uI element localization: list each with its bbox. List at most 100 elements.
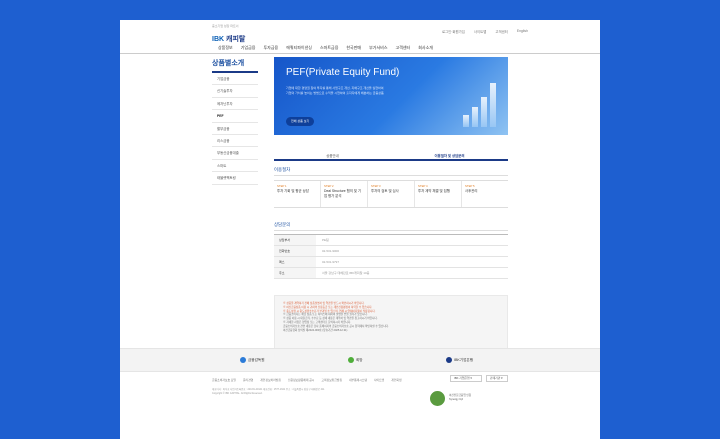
partner-hope[interactable]: 희망 <box>348 357 363 363</box>
process-step: STEP 3 투자의 검토 및 심사 <box>368 181 415 207</box>
footer-link[interactable]: 개인회생 <box>391 378 401 382</box>
table-row: 팩스 02-531-9797 <box>274 256 508 268</box>
hero-banner: PEF(Private Equity Fund) 기업에 대한 경영권 참여 투… <box>274 57 508 135</box>
contact-value: PE팀 <box>316 234 508 246</box>
side-nav-item[interactable]: 태블렛팩토링 <box>212 172 258 185</box>
gnb-item-3[interactable]: 투자금융 <box>263 45 278 51</box>
illustration-bar <box>463 115 469 127</box>
contact-title: 상담문의 <box>274 222 508 231</box>
related-site-select[interactable]: 관계기관 ▾ <box>486 375 508 382</box>
util-link-customer-center[interactable]: 고객센터 <box>495 29 507 34</box>
logo-subtitle: 중소기업 성장 파트너 <box>212 24 239 28</box>
process-title: 이용절차 <box>274 167 508 176</box>
step-number: STEP 1 <box>277 184 287 188</box>
partner-ibk-bank[interactable]: IBK기업은행 <box>446 357 473 363</box>
gnb-item-7[interactable]: 부가서비스 <box>369 45 387 51</box>
side-nav-item[interactable]: 리스금융 <box>212 135 258 148</box>
certification-seal-icon <box>430 391 445 406</box>
family-site-select[interactable]: IBK 기업은행 ▾ <box>450 375 482 382</box>
table-row: 상담부서 PE팀 <box>274 234 508 246</box>
fss-logo-icon <box>240 357 246 363</box>
step-text: 투자의 검토 및 심사 <box>371 189 399 193</box>
gnb-item-2[interactable]: 기업금융 <box>241 45 256 51</box>
table-row: 전화번호 02-531-9000 <box>274 245 508 257</box>
side-nav-title: 상품별소개 <box>212 58 258 73</box>
synergy-line-2: Synergy Up! <box>449 398 464 401</box>
step-number: STEP 5 <box>465 184 475 188</box>
table-row: 주소 서울 강남구 테헤란로 IBK캐피탈 10층 <box>274 267 508 279</box>
hero-description-line-1: 기업에 대한 경영권 참여 투자를 통해 사업구조 개선, 지배구조 개선을 실… <box>286 86 384 90</box>
contact-value: 02-531-9000 <box>316 245 508 257</box>
partner-fss[interactable]: 금융감독원 <box>240 357 265 363</box>
gnb-item-4[interactable]: 에쿼티파이낸싱 <box>286 45 312 51</box>
related-site-value: 관계기관 <box>490 376 501 380</box>
partner-label: 희망 <box>356 357 363 362</box>
contact-value: 서울 강남구 테헤란로 IBK캐피탈 10층 <box>316 267 508 279</box>
side-nav-item[interactable]: 신기술투자 <box>212 85 258 98</box>
gnb-item-1[interactable]: 상품정보 <box>218 45 233 51</box>
side-nav-item[interactable]: 할부금융 <box>212 123 258 135</box>
contact-key: 전화번호 <box>274 245 316 257</box>
growth-chart-illustration <box>463 83 496 127</box>
page-container: 중소기업 성장 파트너 IBK 캐피탈 로그인·회원가입 사이트맵 고객센터 E… <box>120 20 600 439</box>
side-nav-item[interactable]: 메자닌투자 <box>212 98 258 111</box>
side-nav-item[interactable]: 부동산금융대출 <box>212 147 258 160</box>
util-link-sitemap[interactable]: 사이트맵 <box>474 29 486 34</box>
hope-logo-icon <box>348 357 354 363</box>
side-nav-item[interactable]: 기업금융 <box>212 73 258 86</box>
step-text: 투자 계약 체결 및 집행 <box>418 189 450 193</box>
illustration-bar <box>472 107 478 127</box>
util-link-login[interactable]: 로그인·회원가입 <box>442 29 465 34</box>
process-step: STEP 5 사후관리 <box>462 181 508 207</box>
footer-link[interactable]: 금융소비자보호 포털 <box>212 378 236 382</box>
footer-link[interactable]: 사이트맵 <box>374 378 384 382</box>
top-bar: 중소기업 성장 파트너 IBK 캐피탈 로그인·회원가입 사이트맵 고객센터 E… <box>120 20 600 43</box>
partner-label: 금융감독원 <box>248 357 265 362</box>
gnb-item-5[interactable]: 스마트금융 <box>320 45 338 51</box>
footer-links: 금융소비자보호 포털 윤리경영 개인정보처리방침 신용정보활용체제 공시 고객정… <box>212 378 402 382</box>
contact-key: 주소 <box>274 267 316 279</box>
tab-process-contact[interactable]: 이용절차 및 상담문의 <box>391 152 508 159</box>
main-content: PEF(Private Equity Fund) 기업에 대한 경영권 참여 투… <box>274 57 508 349</box>
step-number: STEP 3 <box>371 184 381 188</box>
gnb-item-6[interactable]: 한국판매 <box>346 45 361 51</box>
side-nav-item[interactable]: 스마트 <box>212 160 258 173</box>
util-link-english[interactable]: English <box>517 29 528 34</box>
illustration-bar <box>490 83 496 127</box>
global-navigation: 상품정보 기업금융 투자금융 에쿼티파이낸싱 스마트금융 한국판매 부가서비스 … <box>120 42 600 54</box>
gnb-item-8[interactable]: 고객센터 <box>396 45 411 51</box>
step-number: STEP 4 <box>418 184 428 188</box>
utility-links: 로그인·회원가입 사이트맵 고객센터 English <box>442 29 528 34</box>
synergy-badge: 여신전문금융업 인증 Synergy Up! <box>449 394 471 402</box>
partner-label: IBK기업은행 <box>454 357 474 362</box>
contact-key: 팩스 <box>274 256 316 268</box>
step-text: Deal Structure 협의 및 기업 평가 분석 <box>324 189 361 198</box>
notice-line: 여신금융협회 심의필 제2024-000호 (유효기간 2025.12.31) <box>283 328 348 332</box>
step-text: 투자 기회 및 평균 상담 <box>277 189 309 193</box>
process-step: STEP 2 Deal Structure 협의 및 기업 평가 분석 <box>321 181 368 207</box>
footer-info: 대표이사 : 최석호 사업자등록번호 : 220-81-40141 대표전화 :… <box>212 388 442 396</box>
process-steps: STEP 1 투자 기회 및 평균 상담 STEP 2 Deal Structu… <box>274 180 508 208</box>
footer-link[interactable]: 윤리경영 <box>243 378 253 382</box>
contact-value: 02-531-9797 <box>316 256 508 268</box>
content-tabs: 상품안내 이용절차 및 상담문의 <box>274 152 508 161</box>
hero-title: PEF(Private Equity Fund) <box>286 67 400 78</box>
notice-box: ※ 상품을 계약하기 전에 상품설명서 및 약관을 반드시 확인하시기 바랍니다… <box>274 295 508 349</box>
process-step: STEP 4 투자 계약 체결 및 집행 <box>415 181 462 207</box>
step-text: 사후관리 <box>465 189 478 193</box>
gnb-item-9[interactable]: 회사소개 <box>418 45 433 51</box>
contact-key: 상담부서 <box>274 234 316 246</box>
footer-link[interactable]: 고객정보취급방침 <box>321 378 342 382</box>
footer-link[interactable]: 신용정보활용체제 공시 <box>288 378 315 382</box>
footer-link[interactable]: 개인정보처리방침 <box>260 378 281 382</box>
hero-button[interactable]: 전체 상품 보기 <box>286 117 315 126</box>
side-navigation: 상품별소개 기업금융 신기술투자 메자닌투자 PEF 할부금융 리스금융 부동산… <box>212 58 258 185</box>
ibk-logo-icon <box>446 357 452 363</box>
partner-banner: 금융감독원 희망 IBK기업은행 <box>120 348 600 372</box>
tab-product-info[interactable]: 상품안내 <box>274 152 391 159</box>
contact-table: 상담부서 PE팀 전화번호 02-531-9000 팩스 02-531-9797… <box>274 234 508 279</box>
step-number: STEP 2 <box>324 184 334 188</box>
side-nav-item-active[interactable]: PEF <box>212 110 258 123</box>
footer-link[interactable]: 내부통제시스템 <box>349 378 367 382</box>
hero-description-line-2: 기업의 가치를 높이는 방법으로 수익을 시현하여 출자자에게 배분하는 금융상… <box>286 91 384 95</box>
